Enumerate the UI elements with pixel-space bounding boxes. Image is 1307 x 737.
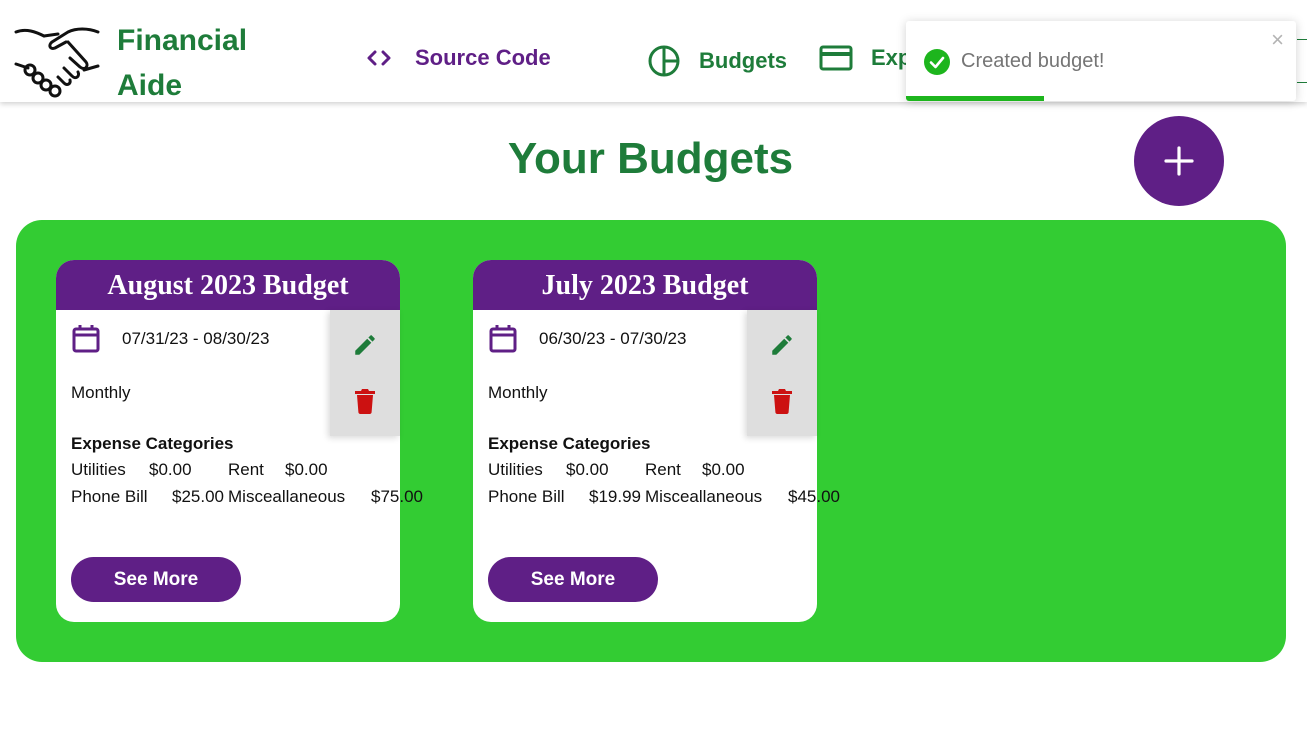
pie-chart-icon	[648, 45, 680, 77]
category-name: Utilities	[488, 460, 543, 479]
page-title: Your Budgets	[507, 134, 794, 183]
budget-card: August 2023 Budget 07/31/23 - 08/30/23 M…	[56, 260, 423, 622]
brand-line-1: Financial	[117, 24, 248, 57]
category-amount: $19.99	[589, 487, 641, 506]
category-name: Rent	[645, 460, 681, 479]
budget-card: July 2023 Budget 06/30/23 - 07/30/23 Mon…	[473, 260, 840, 622]
toast-close-button[interactable]: ×	[1271, 29, 1284, 51]
card-actions	[747, 310, 817, 436]
category-name: Utilities	[71, 460, 126, 479]
nav-budgets-label: Budgets	[699, 48, 787, 73]
category-amount: $75.00	[371, 487, 423, 506]
budget-card-title: July 2023 Budget	[473, 260, 817, 310]
expense-categories-label: Expense Categories	[71, 434, 234, 453]
category-amount: $45.00	[788, 487, 840, 506]
delete-trash-icon[interactable]	[354, 388, 376, 414]
edit-pencil-icon[interactable]	[352, 332, 378, 358]
add-budget-button[interactable]	[1134, 116, 1224, 206]
delete-trash-icon[interactable]	[771, 388, 793, 414]
budgets-panel: August 2023 Budget 07/31/23 - 08/30/23 M…	[16, 220, 1286, 662]
credit-card-icon	[819, 45, 853, 71]
category-amount: $0.00	[285, 460, 328, 479]
nav-expenses[interactable]: Exp	[819, 44, 911, 72]
category-name: Phone Bill	[71, 487, 148, 506]
category-name: Misceallaneous	[228, 487, 346, 506]
budget-card-title: August 2023 Budget	[56, 260, 400, 310]
budget-frequency: Monthly	[71, 383, 131, 402]
category-amount: $25.00	[172, 487, 224, 506]
nav-budgets[interactable]: Budgets	[647, 44, 787, 78]
nav-underline	[1297, 39, 1307, 40]
calendar-icon	[489, 325, 517, 353]
date-range-text: 07/31/23 - 08/30/23	[122, 329, 270, 348]
nav-source-code-label: Source Code	[415, 45, 551, 70]
category-amount: $0.00	[566, 460, 609, 479]
see-more-button[interactable]: See More	[71, 557, 241, 602]
calendar-icon	[72, 325, 100, 353]
budget-frequency: Monthly	[488, 383, 548, 402]
code-icon	[367, 50, 391, 66]
budget-date-range: 06/30/23 - 07/30/23	[488, 324, 686, 354]
nav-source-code[interactable]: Source Code	[365, 44, 551, 72]
edit-pencil-icon[interactable]	[769, 332, 795, 358]
category-name: Rent	[228, 460, 264, 479]
category-amount: $0.00	[149, 460, 192, 479]
see-more-button[interactable]: See More	[488, 557, 658, 602]
category-name: Phone Bill	[488, 487, 565, 506]
nav-underline	[1297, 82, 1307, 83]
budget-date-range: 07/31/23 - 08/30/23	[71, 324, 269, 354]
category-amount: $0.00	[702, 460, 745, 479]
card-actions	[330, 310, 400, 436]
toast-message: Created budget!	[961, 50, 1105, 72]
toast-notification: Created budget! ×	[906, 21, 1296, 101]
expense-categories-label: Expense Categories	[488, 434, 651, 453]
handshake-logo-icon[interactable]	[14, 22, 100, 100]
category-name: Misceallaneous	[645, 487, 763, 506]
brand-line-2: Aide	[117, 69, 183, 102]
toast-progress-bar	[906, 96, 1045, 101]
plus-icon	[1164, 146, 1194, 176]
success-check-icon	[924, 49, 950, 75]
date-range-text: 06/30/23 - 07/30/23	[539, 329, 687, 348]
brand-name[interactable]: Financial Aide	[117, 18, 247, 108]
